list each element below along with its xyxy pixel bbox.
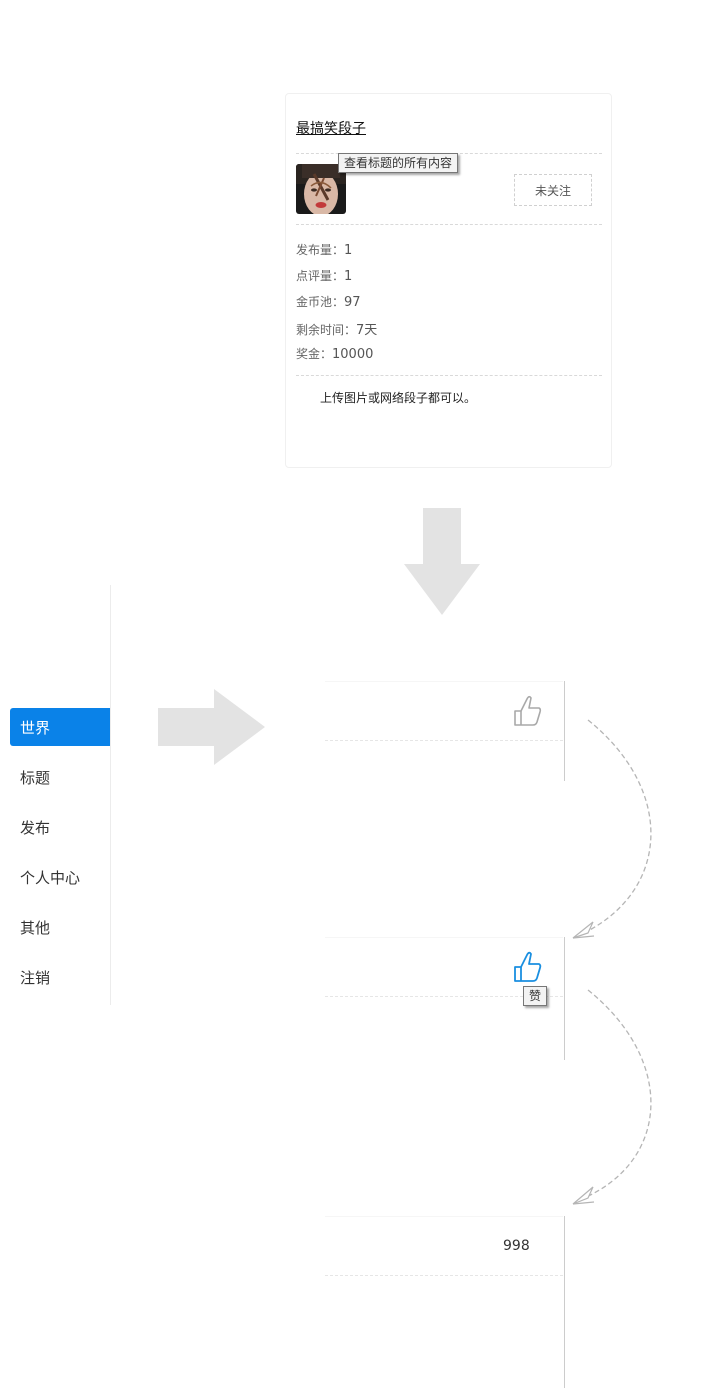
sidebar-item-other[interactable]: 其他	[10, 908, 110, 946]
sidebar-item-logout[interactable]: 注销	[10, 958, 110, 996]
stat-comments: 点评量：1	[296, 269, 353, 284]
divider	[296, 224, 602, 225]
curved-arrow-icon	[572, 989, 652, 1205]
stat-bonus: 奖金：10000	[296, 347, 374, 362]
topic-title-link[interactable]: 最搞笑段子	[296, 118, 366, 138]
like-panel-step3: 998	[325, 1216, 565, 1388]
sidebar-item-profile[interactable]: 个人中心	[10, 858, 110, 896]
topic-card: 最搞笑段子 查看标题的所有内容 未关注 发布量：1 点评量：1 金币池：97 剩…	[285, 93, 612, 468]
arrow-down-icon	[404, 508, 480, 615]
stat-coin-pool: 金币池：97	[296, 295, 361, 310]
curved-arrow-icon	[572, 719, 652, 939]
topic-description: 上传图片或网络段子都可以。	[320, 391, 477, 405]
divider	[296, 375, 602, 376]
follow-button[interactable]: 未关注	[514, 174, 592, 206]
arrow-right-icon	[158, 689, 265, 765]
stat-time-left: 剩余时间：7天	[296, 323, 378, 338]
stat-posts: 发布量：1	[296, 243, 353, 258]
like-tooltip: 赞	[523, 986, 548, 1006]
like-count: 998	[503, 1238, 530, 1254]
sidebar-item-titles[interactable]: 标题	[10, 758, 110, 796]
thumbs-up-outline-icon[interactable]	[512, 693, 542, 727]
title-tooltip: 查看标题的所有内容	[338, 153, 459, 173]
sidebar-item-publish[interactable]: 发布	[10, 808, 110, 846]
thumbs-up-active-icon[interactable]	[512, 949, 542, 983]
like-panel-step2: 赞	[325, 937, 565, 1061]
like-panel-step1	[325, 681, 565, 783]
sidebar-item-world[interactable]: 世界	[10, 708, 110, 746]
